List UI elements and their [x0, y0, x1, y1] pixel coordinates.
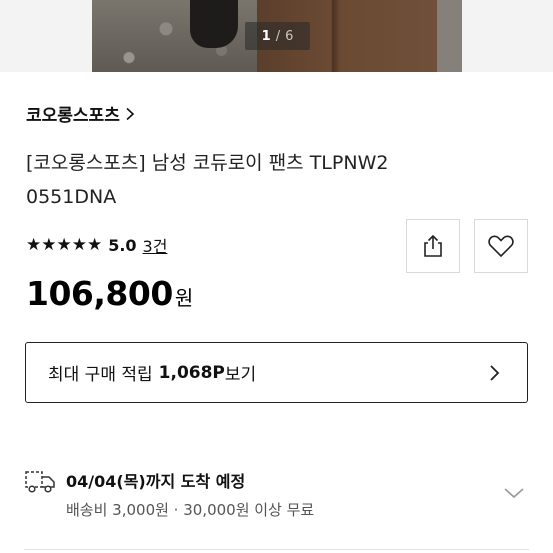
- page-separator: /: [275, 28, 281, 44]
- price-unit: 원: [174, 286, 194, 310]
- section-divider: [24, 549, 529, 550]
- points-amount: 1,068P: [158, 362, 225, 383]
- rating-stars: ★★★★★: [26, 235, 103, 255]
- product-image-gallery[interactable]: 1 / 6: [0, 0, 553, 72]
- brand-link[interactable]: 코오롱스포츠: [26, 101, 136, 126]
- review-count-link[interactable]: 3건: [143, 233, 168, 257]
- delivery-info[interactable]: 04/04(목)까지 도착 예정 배송비 3,000원 · 30,000원 이상…: [24, 462, 529, 532]
- product-image-detail: [190, 0, 238, 48]
- total-pages: 6: [285, 28, 294, 44]
- wishlist-button[interactable]: [474, 219, 528, 273]
- share-button[interactable]: [406, 219, 460, 273]
- brand-name: 코오롱스포츠: [26, 106, 120, 126]
- price-amount: 106,800: [26, 274, 173, 313]
- delivery-arrival-date: 04/04(목)까지 도착 예정: [66, 472, 246, 491]
- share-icon: [424, 234, 442, 257]
- rating-score: 5.0: [108, 235, 137, 255]
- max-points-button[interactable]: 최대 구매 적립 1,068P 보기: [25, 342, 528, 403]
- current-page: 1: [261, 28, 271, 44]
- chevron-down-icon[interactable]: [503, 486, 525, 500]
- product-image-detail: [437, 0, 462, 72]
- gallery-page-indicator: 1 / 6: [245, 22, 310, 50]
- product-rating: ★★★★★ 5.0 3건: [26, 233, 167, 257]
- truck-icon: [25, 471, 55, 493]
- delivery-fee: 배송비 3,000원 · 30,000원 이상 무료: [66, 501, 315, 519]
- product-title: [코오롱스포츠] 남성 코듀로이 팬츠 TLPNW2 0551DNA: [26, 152, 389, 208]
- chevron-right-icon: [490, 365, 500, 381]
- points-label: 최대 구매 적립: [48, 365, 153, 385]
- chevron-right-icon: [126, 107, 135, 120]
- heart-icon: [488, 235, 514, 258]
- points-more-label: 보기: [224, 365, 257, 385]
- product-price: 106,800 원: [26, 274, 193, 313]
